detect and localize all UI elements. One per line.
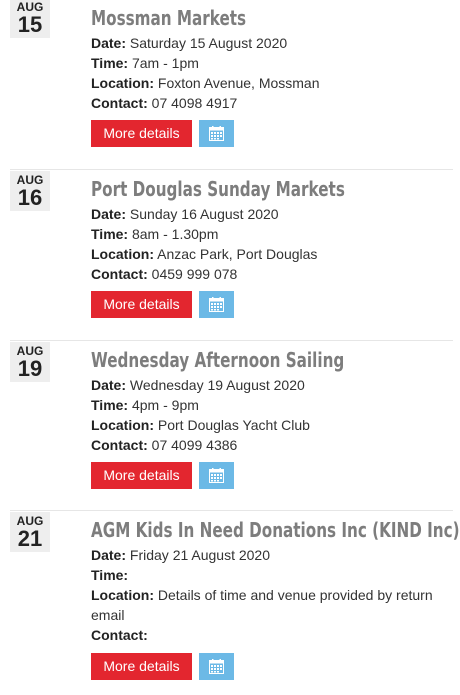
location-label: Location: xyxy=(91,417,154,433)
event-title[interactable]: Port Douglas Sunday Markets xyxy=(91,176,345,202)
event-title[interactable]: AGM Kids In Need Donations Inc (KIND Inc… xyxy=(91,517,460,543)
date-label: Date: xyxy=(91,377,127,393)
contact-value: 07 4098 4917 xyxy=(151,95,238,111)
location-value: Anzac Park, Port Douglas xyxy=(157,246,318,262)
calendar-icon xyxy=(209,659,224,674)
event-time: Time: 7am - 1pm xyxy=(91,53,441,73)
event-contact: Contact: xyxy=(91,625,441,645)
event-list: AUG 15 Mossman Markets Date: Saturday 15… xyxy=(0,0,460,695)
event-time: Time: 8am - 1.30pm xyxy=(91,224,441,244)
time-value: 4pm - 9pm xyxy=(131,397,199,413)
event-contact: Contact: 07 4098 4917 xyxy=(91,93,441,113)
location-label: Location: xyxy=(91,246,154,262)
event-date: Date: Friday 21 August 2020 xyxy=(91,545,441,565)
date-value: Saturday 15 August 2020 xyxy=(129,35,288,51)
event-contact: Contact: 0459 999 078 xyxy=(91,264,441,284)
contact-label: Contact: xyxy=(91,627,148,643)
date-label: Date: xyxy=(91,35,127,51)
date-badge: AUG 21 xyxy=(10,512,50,552)
event-date: Date: Saturday 15 August 2020 xyxy=(91,33,441,53)
more-details-button[interactable]: More details xyxy=(91,653,192,680)
time-label: Time: xyxy=(91,226,129,242)
location-label: Location: xyxy=(91,587,154,603)
contact-label: Contact: xyxy=(91,437,148,453)
add-to-calendar-button[interactable] xyxy=(199,120,234,147)
event-location: Location: Details of time and venue prov… xyxy=(91,585,441,625)
date-day: 15 xyxy=(17,12,43,37)
contact-label: Contact: xyxy=(91,266,148,282)
date-badge: AUG 15 xyxy=(10,0,50,38)
event-location: Location: Anzac Park, Port Douglas xyxy=(91,244,441,264)
time-label: Time: xyxy=(91,55,129,71)
event-title[interactable]: Wednesday Afternoon Sailing xyxy=(91,347,344,373)
date-day: 19 xyxy=(17,356,43,381)
time-label: Time: xyxy=(91,397,129,413)
time-value: 8am - 1.30pm xyxy=(131,226,219,242)
location-label: Location: xyxy=(91,75,154,91)
add-to-calendar-button[interactable] xyxy=(199,653,234,680)
more-details-button[interactable]: More details xyxy=(91,291,192,318)
add-to-calendar-button[interactable] xyxy=(199,462,234,489)
calendar-icon xyxy=(209,297,224,312)
date-label: Date: xyxy=(91,547,127,563)
date-day: 21 xyxy=(17,526,43,551)
date-value: Sunday 16 August 2020 xyxy=(129,206,279,222)
more-details-button[interactable]: More details xyxy=(91,462,192,489)
event-date: Date: Wednesday 19 August 2020 xyxy=(91,375,441,395)
calendar-icon xyxy=(209,126,224,141)
date-badge: AUG 16 xyxy=(10,171,50,211)
location-value: Port Douglas Yacht Club xyxy=(157,417,310,433)
divider xyxy=(10,340,453,341)
event-time: Time: 4pm - 9pm xyxy=(91,395,441,415)
location-value: Foxton Avenue, Mossman xyxy=(157,75,320,91)
divider xyxy=(10,510,453,511)
time-value: 7am - 1pm xyxy=(131,55,199,71)
event-contact: Contact: 07 4099 4386 xyxy=(91,435,441,455)
contact-value: 0459 999 078 xyxy=(151,266,238,282)
calendar-icon xyxy=(209,468,224,483)
event-date: Date: Sunday 16 August 2020 xyxy=(91,204,441,224)
time-label: Time: xyxy=(91,567,129,583)
date-label: Date: xyxy=(91,206,127,222)
more-details-button[interactable]: More details xyxy=(91,120,192,147)
divider xyxy=(10,169,453,170)
contact-value: 07 4099 4386 xyxy=(151,437,238,453)
date-badge: AUG 19 xyxy=(10,342,50,382)
event-time: Time: xyxy=(91,565,441,585)
contact-label: Contact: xyxy=(91,95,148,111)
event-title[interactable]: Mossman Markets xyxy=(91,5,246,31)
date-value: Friday 21 August 2020 xyxy=(129,547,271,563)
date-value: Wednesday 19 August 2020 xyxy=(129,377,305,393)
add-to-calendar-button[interactable] xyxy=(199,291,234,318)
event-location: Location: Foxton Avenue, Mossman xyxy=(91,73,441,93)
date-day: 16 xyxy=(17,185,43,210)
event-location: Location: Port Douglas Yacht Club xyxy=(91,415,441,435)
